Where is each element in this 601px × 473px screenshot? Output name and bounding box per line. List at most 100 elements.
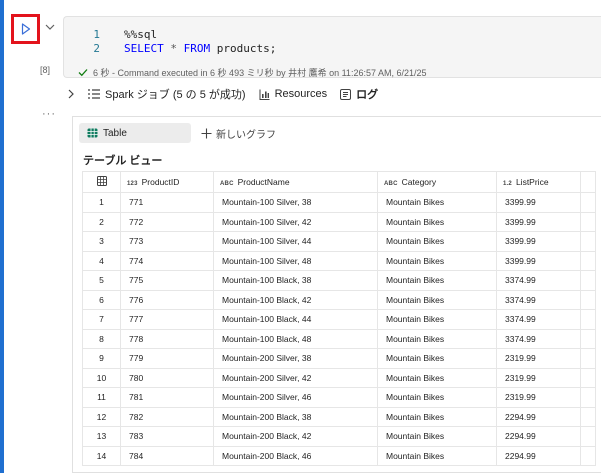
cell-productid: 782 bbox=[120, 406, 214, 427]
table-row[interactable]: 7 777 Mountain-100 Black, 44 Mountain Bikes… bbox=[82, 309, 596, 330]
cell-listprice: 3399.99 bbox=[496, 250, 581, 271]
column-header-productid[interactable]: 123 ProductID bbox=[120, 171, 214, 193]
log-link[interactable]: ログ bbox=[340, 86, 378, 102]
cell-listprice: 2294.99 bbox=[496, 445, 581, 466]
row-index: 5 bbox=[82, 270, 121, 291]
cell-category: Mountain Bikes bbox=[377, 328, 497, 349]
column-header-category[interactable]: ABC Category bbox=[377, 171, 497, 193]
log-label: ログ bbox=[356, 89, 379, 101]
cell-productid: 783 bbox=[120, 426, 214, 447]
empty-cell bbox=[580, 387, 596, 408]
line-number: 2 bbox=[93, 42, 100, 55]
cell-productname: Mountain-100 Silver, 38 bbox=[213, 192, 378, 213]
execution-status: 6 秒 - Command executed in 6 秒 493 ミリ秒 by… bbox=[78, 66, 427, 79]
cell-productname: Mountain-100 Black, 44 bbox=[213, 309, 378, 330]
cell-listprice: 3374.99 bbox=[496, 289, 581, 310]
cell-productname: Mountain-200 Silver, 46 bbox=[213, 387, 378, 408]
column-name: ProductName bbox=[237, 177, 290, 187]
row-index: 11 bbox=[82, 387, 121, 408]
cell-category: Mountain Bikes bbox=[377, 192, 497, 213]
cell-productname: Mountain-200 Silver, 38 bbox=[213, 348, 378, 369]
cell-category: Mountain Bikes bbox=[377, 426, 497, 447]
jobs-bar: Spark ジョブ (5 の 5 が成功) Resources ログ bbox=[67, 86, 378, 102]
table-row[interactable]: 6 776 Mountain-100 Black, 42 Mountain Bikes… bbox=[82, 289, 596, 310]
grid-icon bbox=[96, 176, 107, 186]
column-name: ProductID bbox=[141, 177, 180, 187]
table-row[interactable]: 11 781 Mountain-200 Silver, 46 Mountain Bik… bbox=[82, 387, 596, 408]
cell-listprice: 3399.99 bbox=[496, 231, 581, 252]
cell-category: Mountain Bikes bbox=[377, 445, 497, 466]
code-editor[interactable]: 1 %%sql 2 SELECT * FROM products; 6 秒 - … bbox=[63, 16, 601, 78]
table-row[interactable]: 9 779 Mountain-200 Silver, 38 Mountain Bike… bbox=[82, 348, 596, 369]
type-badge: ABC bbox=[220, 181, 234, 187]
cell-productid: 781 bbox=[120, 387, 214, 408]
empty-cell bbox=[580, 250, 596, 271]
cell-productname: Mountain-100 Silver, 48 bbox=[213, 250, 378, 271]
type-badge: 1.2 bbox=[503, 181, 512, 187]
spark-jobs-link[interactable]: Spark ジョブ (5 の 5 が成功) bbox=[88, 86, 246, 102]
cell-productname: Mountain-200 Black, 38 bbox=[213, 406, 378, 427]
row-index: 1 bbox=[82, 192, 121, 213]
table-row[interactable]: 14 784 Mountain-200 Black, 46 Mountain Bike… bbox=[82, 445, 596, 466]
resources-icon bbox=[259, 89, 270, 100]
cell-category: Mountain Bikes bbox=[377, 289, 497, 310]
table-row[interactable]: 3 773 Mountain-100 Silver, 44 Mountain Bike… bbox=[82, 231, 596, 252]
cell-productid: 784 bbox=[120, 445, 214, 466]
cell-productname: Mountain-100 Silver, 42 bbox=[213, 211, 378, 232]
cell-category: Mountain Bikes bbox=[377, 348, 497, 369]
column-header-productname[interactable]: ABC ProductName bbox=[213, 171, 378, 193]
empty-cell bbox=[580, 328, 596, 349]
cell-productid: 777 bbox=[120, 309, 214, 330]
new-graph-button[interactable]: 新しいグラフ bbox=[201, 126, 276, 141]
table-row[interactable]: 12 782 Mountain-200 Black, 38 Mountain Bike… bbox=[82, 406, 596, 427]
operator-star: * bbox=[170, 42, 177, 55]
select-all-header[interactable] bbox=[82, 171, 121, 193]
empty-column bbox=[580, 171, 596, 193]
cell-listprice: 3374.99 bbox=[496, 309, 581, 330]
results-table: 123 ProductID ABC ProductName ABC Category … bbox=[82, 171, 596, 466]
table-view-title: テーブル ビュー bbox=[83, 155, 163, 167]
cell-category: Mountain Bikes bbox=[377, 231, 497, 252]
tab-table[interactable]: Table bbox=[79, 123, 191, 143]
code-text: %%sql bbox=[124, 28, 158, 41]
row-index: 9 bbox=[82, 348, 121, 369]
cell-productid: 773 bbox=[120, 231, 214, 252]
cell-productid: 778 bbox=[120, 328, 214, 349]
row-index: 4 bbox=[82, 250, 121, 271]
table-row[interactable]: 2 772 Mountain-100 Silver, 42 Mountain Bike… bbox=[82, 211, 596, 232]
chevron-right-icon[interactable] bbox=[67, 89, 75, 99]
cell-category: Mountain Bikes bbox=[377, 406, 497, 427]
column-header-listprice[interactable]: 1.2 ListPrice bbox=[496, 171, 581, 193]
cell-listprice: 2319.99 bbox=[496, 348, 581, 369]
cell-productname: Mountain-200 Black, 46 bbox=[213, 445, 378, 466]
cell-category: Mountain Bikes bbox=[377, 309, 497, 330]
table-row[interactable]: 5 775 Mountain-100 Black, 38 Mountain Bikes… bbox=[82, 270, 596, 291]
table-row[interactable]: 1 771 Mountain-100 Silver, 38 Mountain Bike… bbox=[82, 192, 596, 213]
cell-productname: Mountain-200 Black, 42 bbox=[213, 426, 378, 447]
cell-listprice: 3399.99 bbox=[496, 211, 581, 232]
run-cell-button[interactable] bbox=[11, 14, 40, 44]
chevron-down-icon[interactable] bbox=[44, 22, 56, 32]
resources-link[interactable]: Resources bbox=[259, 88, 327, 100]
empty-cell bbox=[580, 231, 596, 252]
table-row[interactable]: 13 783 Mountain-200 Black, 42 Mountain Bike… bbox=[82, 426, 596, 447]
line-number: 1 bbox=[93, 28, 100, 41]
table-row[interactable]: 4 774 Mountain-100 Silver, 48 Mountain Bike… bbox=[82, 250, 596, 271]
empty-cell bbox=[580, 348, 596, 369]
table-row[interactable]: 8 778 Mountain-100 Black, 48 Mountain Bikes… bbox=[82, 328, 596, 349]
cell-productid: 772 bbox=[120, 211, 214, 232]
code-text: SELECT * FROM products; bbox=[124, 42, 276, 56]
more-options-icon[interactable]: ··· bbox=[42, 108, 56, 120]
output-panel: Table 新しいグラフ テーブル ビュー 123 ProductID ABC … bbox=[72, 116, 601, 473]
cell-category: Mountain Bikes bbox=[377, 250, 497, 271]
cell-productid: 780 bbox=[120, 367, 214, 388]
row-index: 8 bbox=[82, 328, 121, 349]
table-row[interactable]: 10 780 Mountain-200 Silver, 42 Mountain Bik… bbox=[82, 367, 596, 388]
cell-productname: Mountain-100 Black, 38 bbox=[213, 270, 378, 291]
row-index: 12 bbox=[82, 406, 121, 427]
notebook-page: 1 %%sql 2 SELECT * FROM products; 6 秒 - … bbox=[0, 0, 601, 473]
row-index: 13 bbox=[82, 426, 121, 447]
status-text: 6 秒 - Command executed in 6 秒 493 ミリ秒 by… bbox=[93, 68, 427, 78]
row-index: 10 bbox=[82, 367, 121, 388]
cell-productid: 775 bbox=[120, 270, 214, 291]
